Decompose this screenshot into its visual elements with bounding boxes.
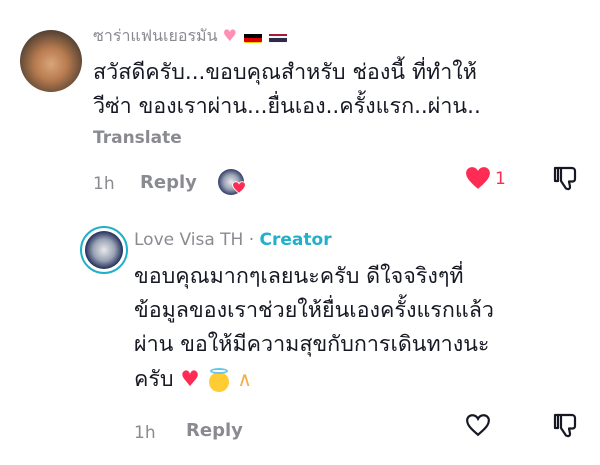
like-count: 1 [495,169,506,189]
dislike-button[interactable] [553,411,579,439]
creator-liked-badge [218,169,248,197]
like-button[interactable] [465,166,491,190]
commenter-avatar[interactable] [20,30,82,92]
smiling-face-with-halo-icon [207,368,231,392]
comment-username[interactable]: ซาร่าแฟนเยอรมัน ♥ [93,24,288,49]
thumbs-down-icon [553,413,577,438]
username-text[interactable]: ซาร่าแฟนเยอรมัน [93,26,218,45]
comment-time: 1h [93,174,115,194]
reply-button[interactable]: Reply [186,420,243,441]
comment-line: ผ่าน ขอให้มีความสุขกับการเดินทางนะ [134,332,490,357]
comment-text: สวัสดีครับ...ขอบคุณสำหรับ ช่องนี้ ที่ทำใ… [93,56,593,124]
creator-username[interactable]: Love Visa TH [134,230,243,250]
germany-flag-icon [244,31,263,43]
pink-heart-icon: ♥ [222,26,237,45]
comment-line: สวัสดีครับ...ขอบคุณสำหรับ ช่องนี้ ที่ทำใ… [93,60,477,85]
translate-link[interactable]: Translate [93,128,182,148]
thailand-flag-icon [269,31,288,43]
dislike-button[interactable] [553,164,579,192]
heart-icon [232,181,246,194]
comment-line: วีซ่า ของเราผ่าน...ยื่นเอง..ครั้งแรก..ผ่… [93,94,481,119]
red-heart-icon: ♥ [180,367,200,392]
reply-text: ขอบคุณมากๆเลยนะครับ ดีใจจริงๆที่ ข้อมูลข… [134,260,594,397]
comment-line-text: ครับ [134,367,174,392]
creator-username-row: Love Visa TH · Creator [134,230,332,250]
comment-line: ข้อมูลของเราช่วยให้ยื่นเองครั้งแรกแล้ว [134,298,494,323]
creator-badge: Creator [259,230,332,250]
heart-outline-icon [466,414,490,437]
folded-hands-icon: ∧ [237,367,253,391]
reply-button[interactable]: Reply [140,172,197,193]
separator: · [248,230,255,250]
reply-time: 1h [134,423,156,443]
comment-line: ขอบคุณมากๆเลยนะครับ ดีใจจริงๆที่ [134,264,464,289]
thumbs-down-icon [553,166,577,191]
comment-line: ครับ ♥ ∧ [134,362,594,397]
heart-filled-icon [466,167,490,189]
creator-avatar[interactable] [80,226,128,274]
like-button[interactable] [465,413,491,437]
